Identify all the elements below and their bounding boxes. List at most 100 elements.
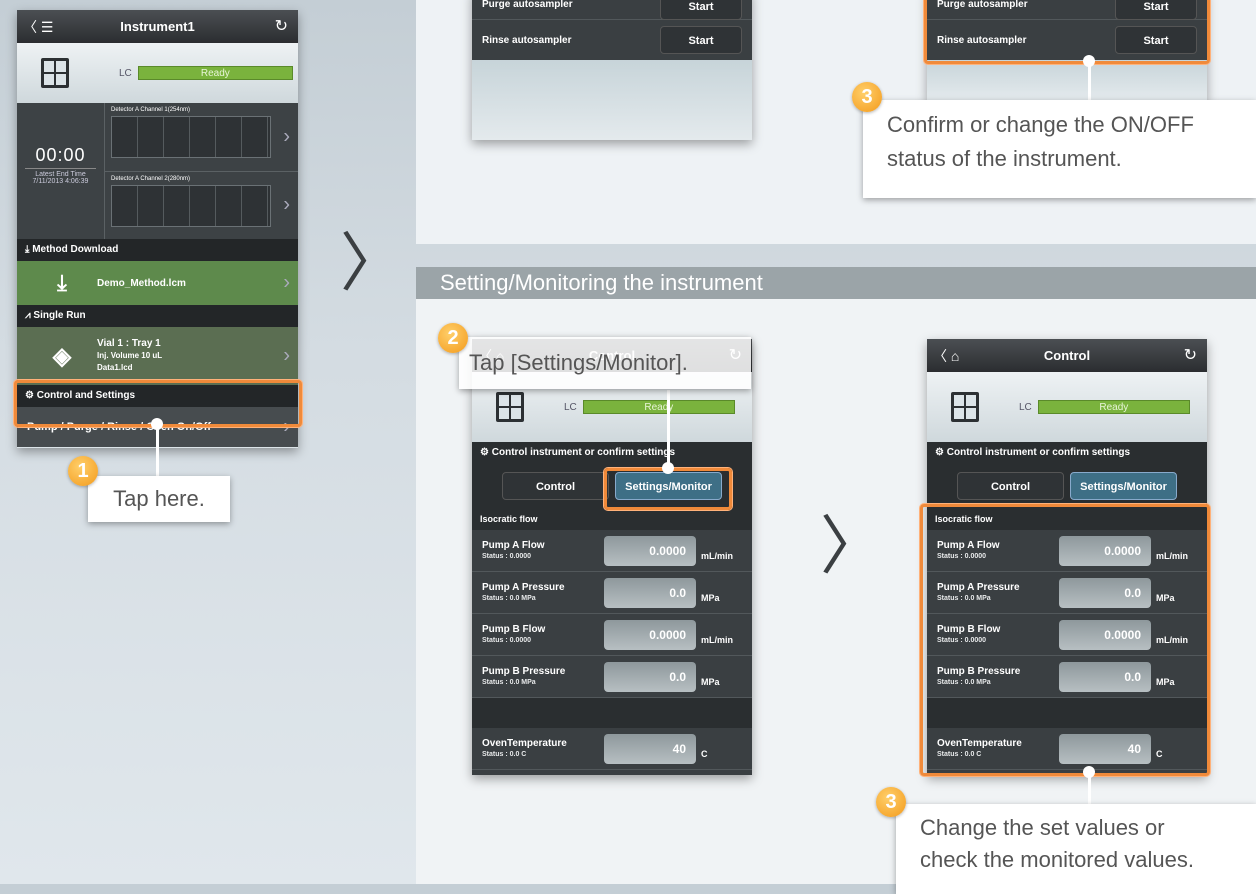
field-status: Status : 0.0 MPa [482, 678, 536, 686]
field-unit: MPa [701, 592, 720, 603]
field-unit: mL/min [701, 634, 734, 645]
callout-3-top-line1: Confirm or change the ON/OFF [887, 112, 1194, 137]
rinse-start-button[interactable]: Start [660, 26, 742, 54]
screen-title: Control [1043, 348, 1091, 363]
field-status: Status : 0.0 C [482, 750, 527, 758]
field-label: Pump A Pressure [482, 581, 565, 593]
detector-2-row[interactable]: Detector A Channel 2(280nm) › [105, 172, 298, 240]
detector-1-label: Detector A Channel 1(254nm) [111, 107, 191, 113]
purge-row: Purge autosampler Start [472, 0, 752, 20]
lc-label: LC [119, 67, 132, 79]
single-run-row[interactable]: ◈ Vial 1 : Tray 1 Inj. Volume 10 uL Data… [17, 327, 298, 385]
screen-title: Instrument1 [120, 19, 195, 34]
field-label: Pump B Flow [482, 623, 546, 635]
gear-icon: ⚙ [935, 447, 947, 458]
field-label: OvenTemperature [482, 737, 567, 749]
field-row: Pump B Flow Status : 0.0000 0.0000 mL/min [472, 614, 752, 656]
field-value-input[interactable]: 0.0 [604, 577, 696, 608]
control-settings-label: Control instrument or confirm settings [946, 447, 1131, 458]
field-list: Pump A Flow Status : 0.0000 0.0000 mL/min Pu… [472, 530, 752, 775]
callout-3-bottom-badge: 3 [876, 787, 906, 817]
method-download-row[interactable]: ⤓ Demo_Method.lcm › [17, 261, 298, 305]
chevron-right-icon: › [283, 125, 290, 148]
tab-control[interactable]: Control [957, 472, 1064, 500]
single-run-label: Single Run [33, 310, 86, 321]
field-unit: MPa [701, 676, 720, 687]
highlight-fields [920, 504, 1210, 776]
run-icon: ◈ [52, 342, 72, 370]
field-value-input[interactable]: 0.0000 [604, 535, 696, 566]
chevron-right-icon: › [283, 344, 290, 367]
next-arrow-icon: 〉 [340, 227, 404, 299]
status-area: LC Ready [17, 43, 298, 103]
refresh-icon[interactable]: ↻ [1184, 345, 1197, 365]
field-label: Pump B Pressure [482, 665, 566, 677]
status-area: LC Ready [927, 372, 1207, 442]
home-icon[interactable]: 〈 ⌂ [933, 346, 959, 366]
top-bar: 〈 ⌂ Control ↻ [927, 339, 1207, 372]
tab-settings-monitor[interactable]: Settings/Monitor [1070, 472, 1177, 500]
method-download-header: ⤓ Method Download [17, 239, 298, 261]
callout-3-bottom-line2: check the monitored values. [920, 847, 1194, 872]
field-name: Pump A Flow Status : 0.0000 [482, 540, 600, 562]
field-name: Pump B Pressure Status : 0.0 MPa [482, 666, 600, 688]
top-phone-a: Purge autosampler Start Rinse autosample… [472, 0, 752, 140]
detector-2-label: Detector A Channel 2(280nm) [111, 175, 191, 182]
field-unit: C [701, 748, 708, 759]
instrument-icon [951, 392, 979, 422]
rinse-label: Rinse autosampler [482, 34, 572, 46]
lc-label: LC [1019, 401, 1032, 413]
chromatogram-2 [111, 184, 271, 227]
callout-2: Tap [Settings/Monitor]. [459, 337, 751, 389]
pointer-line [667, 390, 670, 464]
menu-icon[interactable]: 〈 ☰ [23, 17, 53, 37]
data-file: Data1.lcd [97, 363, 133, 372]
highlight-settings-tab [604, 468, 732, 510]
latest-end-label: Latest End Time [35, 171, 86, 178]
field-value-input[interactable]: 0.0000 [604, 619, 696, 650]
rinse-row: Rinse autosampler Start [472, 20, 752, 60]
single-run-header: ⩘ Single Run [17, 305, 298, 327]
field-unit: mL/min [701, 550, 734, 561]
control-settings-header: ⚙ Control instrument or confirm settings [927, 442, 1207, 464]
field-label: Pump A Flow [482, 539, 545, 551]
section-title: Setting/Monitoring the instrument [416, 267, 1256, 299]
control-phone-1: 〈 ⌂ Control ↻ LC Ready ⚙ Control instrum… [472, 339, 752, 775]
lc-status-bar: Ready [137, 66, 293, 80]
instrument-icon [41, 58, 69, 88]
latest-end-time: 7/11/2013 4:06:39 [32, 178, 89, 185]
lc-status-bar: Ready [582, 400, 735, 414]
control-settings-header: ⚙ Control instrument or confirm settings [472, 442, 752, 464]
field-spacer [472, 698, 752, 728]
callout-1-badge: 1 [68, 456, 98, 486]
pointer-line [1088, 62, 1091, 102]
callout-1: Tap here. [88, 476, 230, 522]
field-status: Status : 0.0000 [482, 552, 532, 560]
callout-3-bottom-line1: Change the set values or [920, 815, 1165, 840]
lc-status-bar: Ready [1037, 400, 1190, 414]
field-row: Pump B Pressure Status : 0.0 MPa 0.0 MPa [472, 656, 752, 698]
refresh-icon[interactable]: ↻ [275, 16, 288, 36]
detector-1-row[interactable]: Detector A Channel 1(254nm) › [105, 103, 298, 172]
vial: Vial 1 : Tray 1 [97, 338, 161, 349]
timer: 00:00 [35, 145, 86, 165]
field-value-input[interactable]: 40 [604, 733, 696, 764]
field-status: Status : 0.0000 [482, 636, 532, 644]
download-icon: ⤓ [57, 270, 67, 295]
inj-volume: Inj. Volume 10 uL [97, 351, 163, 360]
field-value-input[interactable]: 0.0 [604, 661, 696, 692]
tab-control[interactable]: Control [502, 472, 609, 500]
purge-start-button[interactable]: Start [660, 0, 742, 20]
monitor-area: 00:00 Latest End Time 7/11/2013 4:06:39 … [17, 103, 298, 239]
chevron-right-icon: › [283, 193, 290, 216]
callout-2-badge: 2 [438, 323, 468, 353]
pointer-line [1088, 772, 1091, 808]
next-arrow-icon: 〉 [820, 510, 884, 582]
instrument-icon [496, 392, 524, 422]
field-status: Status : 0.0 MPa [482, 594, 536, 602]
field-row: Pump A Flow Status : 0.0000 0.0000 mL/min [472, 530, 752, 572]
callout-3-top-line2: status of the instrument. [887, 146, 1122, 171]
callout-3-bottom: Change the set values or check the monit… [896, 804, 1256, 894]
purge-label: Purge autosampler [482, 0, 573, 10]
field-name: OvenTemperature Status : 0.0 C [482, 738, 600, 760]
